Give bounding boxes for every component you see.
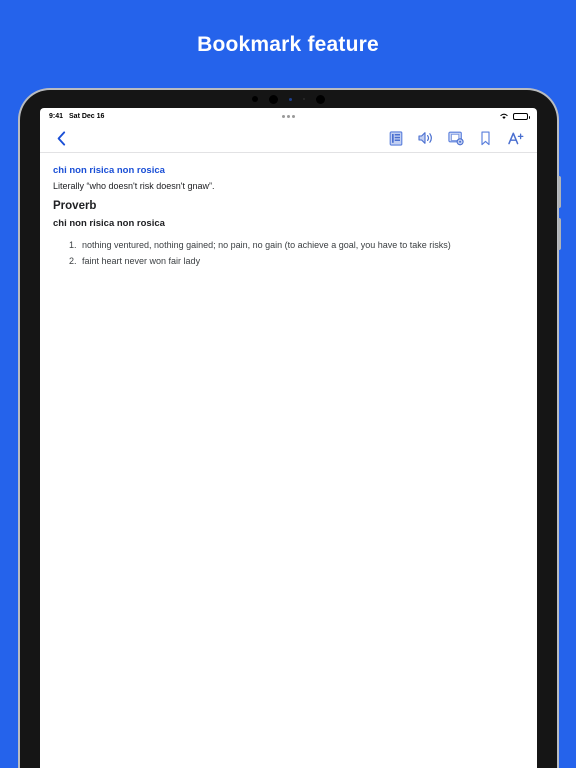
status-bar-time: 9:41 (49, 112, 64, 120)
status-bar-left: 9:41 Sat Dec 16 (49, 113, 104, 120)
list-item: nothing ventured, nothing gained; no pai… (79, 240, 521, 250)
bookmark-icon (481, 131, 490, 145)
front-camera-icon (269, 94, 278, 104)
app-toolbar (40, 124, 537, 153)
flashcard-icon (447, 131, 464, 145)
sense-list: nothing ventured, nothing gained; no pai… (53, 240, 521, 266)
status-bar: 9:41 Sat Dec 16 (40, 108, 537, 124)
multitask-dot-icon (292, 114, 295, 118)
ambient-sensor-icon (303, 98, 305, 100)
battery-icon (513, 112, 530, 120)
entry-headword[interactable]: chi non risica non rosica (53, 165, 521, 176)
back-button[interactable] (51, 128, 71, 148)
device-screen: 9:41 Sat Dec 16 chi non risica non rosic… (40, 108, 537, 768)
volume-down-button[interactable] (558, 218, 561, 250)
bookmark-button[interactable] (477, 130, 494, 147)
indicator-led-icon (289, 97, 292, 101)
sensor-dot-icon (252, 96, 258, 102)
multitask-dot-icon (287, 114, 290, 118)
entry-literal-translation: Literally “who doesn't risk doesn't gnaw… (53, 181, 215, 191)
speaker-icon (417, 132, 432, 144)
dictionary-entry-content: chi non risica non rosica Literally “who… (40, 153, 537, 768)
sensor-dot-icon (316, 94, 325, 104)
toolbar-actions (387, 130, 524, 147)
flashcard-button[interactable] (447, 130, 464, 147)
status-bar-right (499, 112, 530, 120)
definition-view-button[interactable] (387, 130, 404, 147)
part-of-speech-heading: Proverb (53, 200, 97, 212)
chevron-left-icon (57, 130, 65, 146)
front-camera-sensor-array (20, 93, 557, 105)
list-item: faint heart never won fair lady (79, 256, 521, 266)
pronounce-button[interactable] (417, 130, 434, 147)
volume-up-button[interactable] (558, 176, 561, 208)
entry-term: chi non risica non rosica (53, 218, 165, 229)
definition-view-icon (389, 130, 402, 146)
promo-header: Bookmark feature (0, 0, 576, 90)
status-bar-date: Sat Dec 16 (69, 112, 105, 120)
wifi-icon (500, 113, 508, 119)
text-size-icon (507, 132, 523, 144)
multitask-dot-icon (282, 114, 285, 118)
multitask-indicator[interactable] (40, 114, 537, 118)
tablet-device-frame: 9:41 Sat Dec 16 chi non risica non rosic… (20, 90, 561, 768)
page-title: Bookmark feature (197, 33, 379, 56)
text-size-button[interactable] (507, 130, 524, 147)
